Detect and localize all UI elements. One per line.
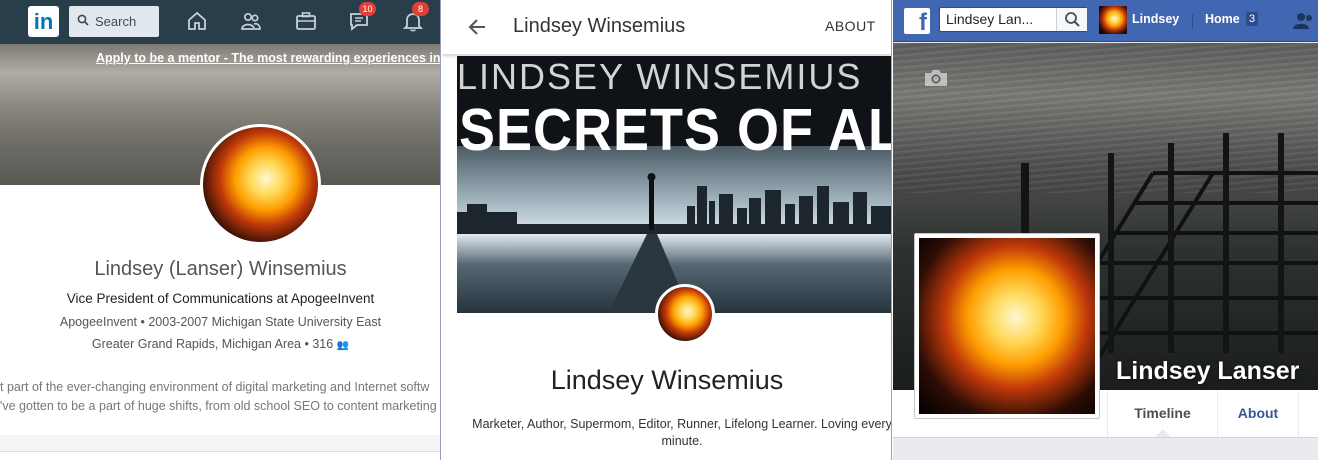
cover-book-title: SECRETS OF ALBA <box>459 97 891 164</box>
friend-requests-icon[interactable] <box>1292 11 1316 31</box>
home-link[interactable]: Home <box>1205 12 1240 26</box>
mentor-promo-link[interactable]: Apply to be a mentor - The most rewardin… <box>96 51 440 65</box>
network-icon[interactable] <box>240 10 264 34</box>
summary-line: 've gotten to be a part of huge shifts, … <box>0 399 437 413</box>
search-input[interactable]: Search <box>69 6 159 37</box>
about-tab[interactable]: ABOUT <box>825 18 876 34</box>
profile-picture-frame[interactable] <box>914 233 1100 419</box>
search-input[interactable]: Lindsey Lan... <box>939 7 1087 32</box>
home-count-badge: 3 <box>1246 12 1259 26</box>
jobs-icon[interactable] <box>295 10 319 34</box>
profile-name: Lindsey Winsemius <box>550 365 784 395</box>
gplus-panel: Lindsey Winsemius ABOUT LINDSEY WINSEMIU… <box>442 0 892 460</box>
profile-photo[interactable] <box>655 284 715 344</box>
profile-location-connections: Greater Grand Rapids, Michigan Area • 31… <box>0 337 440 351</box>
search-button[interactable] <box>1056 8 1087 31</box>
user-avatar[interactable] <box>1099 6 1127 34</box>
summary-line: t part of the ever-changing environment … <box>0 380 430 394</box>
facebook-panel: f Lindsey Lan... Lindsey Home 3 Lindsey … <box>893 0 1318 460</box>
camera-icon[interactable] <box>923 68 949 88</box>
linkedin-panel: in Search 10 8 Apply to be a mentor - Th… <box>0 0 441 460</box>
profile-tagline: Marketer, Author, Supermom, Editor, Runn… <box>472 417 892 448</box>
profile-photo[interactable] <box>919 238 1095 414</box>
section-divider <box>0 451 440 460</box>
gplus-header: Lindsey Winsemius ABOUT <box>442 0 891 54</box>
search-placeholder: Search <box>95 14 137 29</box>
active-tab-caret <box>1155 429 1171 437</box>
linkedin-logo[interactable]: in <box>28 6 59 37</box>
tab-about[interactable]: About <box>1217 390 1299 437</box>
notifications-count-badge: 8 <box>412 2 429 16</box>
back-arrow-icon[interactable] <box>467 17 487 37</box>
cover-author-text: LINDSEY WINSEMIUS <box>457 56 863 97</box>
search-value: Lindsey Lan... <box>946 11 1034 27</box>
profile-name: Lindsey (Lanser) Winsemius <box>94 258 347 280</box>
search-icon <box>77 14 89 26</box>
cover-image: LINDSEY WINSEMIUS SECRETS OF ALBA <box>457 56 891 313</box>
location-text: Greater Grand Rapids, Michigan Area • 31… <box>91 337 334 351</box>
linkedin-top-bar: in Search 10 8 <box>0 0 440 44</box>
timeline-background <box>893 438 1318 460</box>
profile-company-education: ApogeeInvent • 2003-2007 Michigan State … <box>59 315 382 329</box>
facebook-top-bar: f Lindsey Lan... Lindsey Home 3 <box>893 0 1318 42</box>
header-title: Lindsey Winsemius <box>513 15 686 37</box>
profile-name: Lindsey Lanser Winsemius <box>1116 357 1300 390</box>
home-icon[interactable] <box>186 10 210 34</box>
profile-photo[interactable] <box>200 124 321 245</box>
connections-icon: 👥 <box>336 340 350 351</box>
messages-count-badge: 10 <box>359 2 376 16</box>
nav-divider <box>1192 14 1193 28</box>
facebook-logo[interactable]: f <box>904 8 930 34</box>
profile-headline: Vice President of Communications at Apog… <box>66 291 375 306</box>
profile-link[interactable]: Lindsey <box>1132 12 1179 26</box>
